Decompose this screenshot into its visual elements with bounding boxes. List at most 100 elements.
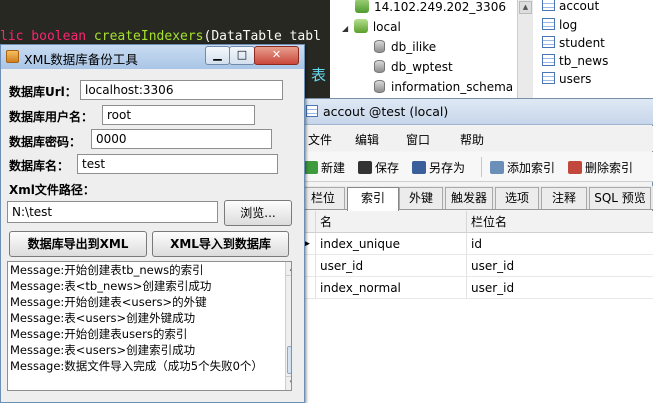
import-xml-button[interactable]: XML导入到数据库	[152, 231, 289, 257]
database-icon	[374, 60, 385, 73]
table-design-window: accout @test (local) 文件 编辑 窗口 帮助 新建 保存 另…	[297, 98, 653, 403]
tab-bar: 栏位 索引 外键 触发器 选项 注释 SQL 预览	[298, 186, 653, 211]
tab-indexes[interactable]: 索引	[347, 187, 399, 211]
minimize-icon: ▁	[213, 48, 222, 61]
code-line-2: 表	[311, 66, 327, 84]
tree-item-database[interactable]: db_wptest	[374, 58, 453, 77]
url-input[interactable]: localhost:3306	[80, 80, 283, 100]
log-line: Message:表<users>创建外键成功	[10, 311, 196, 325]
column-header-field[interactable]: 栏位名	[467, 211, 653, 233]
table-item[interactable]: tb_news	[542, 52, 608, 71]
tab-foreign-keys[interactable]: 外键	[399, 187, 443, 209]
table-row-field[interactable]: user_id	[467, 277, 653, 299]
xml-path-label: Xml文件路径：	[9, 183, 95, 197]
tree-item-label: db_wptest	[391, 60, 453, 74]
java-app-icon	[6, 50, 19, 63]
new-label: 新建	[321, 161, 346, 175]
password-input[interactable]: 0000	[91, 129, 272, 149]
save-button[interactable]: 保存	[358, 159, 399, 176]
log-line: Message:数据文件导入完成（成功5个失败0个）	[10, 359, 263, 373]
table-row-name[interactable]: index_unique	[316, 233, 467, 255]
table-icon	[542, 72, 555, 84]
expand-arrow-icon[interactable]: ◢	[342, 19, 350, 38]
browse-button[interactable]: 浏览...	[224, 200, 292, 226]
column-header-name[interactable]: 名	[316, 211, 467, 233]
user-label: 数据库用户名：	[9, 110, 94, 124]
database-name-input[interactable]: test	[77, 154, 278, 174]
menu-window[interactable]: 窗口	[406, 131, 430, 148]
menu-bar: 文件 编辑 窗口 帮助	[298, 126, 653, 151]
table-row-field[interactable]: id	[467, 233, 653, 255]
tab-fields[interactable]: 栏位	[301, 187, 345, 209]
table-icon	[542, 18, 555, 30]
maximize-icon: □	[236, 48, 248, 61]
table-list: accout log student tb_news users	[533, 0, 653, 100]
toolbar-separator	[481, 157, 482, 177]
password-label: 数据库密码：	[9, 135, 82, 149]
scroll-thumb[interactable]	[287, 346, 291, 374]
tree-item-server[interactable]: 14.102.249.202_3306	[355, 0, 506, 17]
scroll-up-icon[interactable]: ▲	[519, 1, 532, 14]
tree-item-label: 14.102.249.202_3306	[374, 0, 506, 14]
tree-item-database[interactable]: information_schema	[374, 78, 513, 97]
table-item-label: tb_news	[559, 54, 609, 68]
delete-index-button[interactable]: 删除索引	[568, 159, 633, 176]
table-item[interactable]: student	[542, 34, 605, 53]
table-icon	[542, 36, 555, 48]
table-row-name[interactable]: user_id	[316, 255, 467, 277]
add-index-icon	[490, 161, 504, 174]
database-icon	[374, 40, 385, 53]
tab-triggers[interactable]: 触发器	[445, 187, 493, 209]
table-row-field[interactable]: user_id	[467, 255, 653, 277]
window-title: accout @test (local)	[323, 104, 449, 119]
add-index-label: 添加索引	[507, 161, 556, 175]
menu-file[interactable]: 文件	[308, 131, 332, 148]
tree-item-local[interactable]: ◢ local	[342, 18, 401, 37]
log-line: Message:表<tb_news>创建索引成功	[10, 279, 212, 293]
table-item-label: accout	[559, 0, 600, 13]
xml-backup-tool-window: XML数据库备份工具 ▁ □ ✕ 数据库Url： localhost:3306 …	[0, 44, 305, 403]
code-function-name: createIndexers	[93, 29, 204, 44]
window-titlebar[interactable]: accout @test (local)	[298, 99, 653, 125]
maximize-button[interactable]: □	[229, 46, 255, 65]
log-line: Message:开始创建表tb_news的索引	[10, 263, 204, 277]
save-label: 保存	[375, 161, 400, 175]
save-icon	[358, 161, 372, 174]
table-item[interactable]: accout	[542, 0, 599, 16]
tab-comment[interactable]: 注释	[541, 187, 587, 209]
table-item[interactable]: log	[542, 16, 577, 35]
tree-scrollbar[interactable]: ▲	[517, 0, 533, 100]
add-index-button[interactable]: 添加索引	[490, 159, 555, 176]
toolbar: 新建 保存 另存为 添加索引 删除索引	[298, 152, 653, 182]
tree-item-database[interactable]: db_ilike	[374, 38, 436, 57]
menu-edit[interactable]: 编辑	[355, 131, 379, 148]
user-input[interactable]: root	[102, 105, 255, 125]
connection-icon	[355, 0, 369, 13]
code-keyword: lic boolean	[0, 29, 94, 44]
menu-help[interactable]: 帮助	[460, 131, 484, 148]
log-scrollbar[interactable]: ▲ ▼	[285, 262, 291, 390]
delete-index-icon	[568, 161, 582, 174]
connection-tree: 14.102.249.202_3306 ◢ local db_ilike db_…	[330, 0, 533, 100]
close-button[interactable]: ✕	[254, 46, 299, 65]
close-icon: ✕	[271, 48, 282, 61]
table-icon	[306, 105, 318, 117]
window-title: XML数据库备份工具	[24, 52, 138, 67]
scroll-up-icon[interactable]: ▲	[286, 262, 291, 276]
table-icon	[542, 0, 555, 11]
export-to-xml-button[interactable]: 数据库导出到XML	[9, 231, 147, 257]
new-button[interactable]: 新建	[304, 159, 345, 176]
database-icon	[374, 80, 385, 93]
window-titlebar[interactable]: XML数据库备份工具 ▁ □ ✕	[1, 45, 304, 69]
save-as-button[interactable]: 另存为	[412, 159, 465, 176]
table-item[interactable]: users	[542, 70, 591, 89]
table-item-label: users	[559, 72, 592, 86]
table-row-name[interactable]: index_normal	[316, 277, 467, 299]
xml-path-input[interactable]: N:\test	[7, 201, 218, 223]
tab-options[interactable]: 选项	[495, 187, 539, 209]
tab-sql-preview[interactable]: SQL 预览	[589, 187, 651, 209]
scroll-down-icon[interactable]: ▼	[286, 376, 291, 390]
new-icon	[304, 161, 318, 174]
message-log[interactable]: Message:开始创建表tb_news的索引 Message:表<tb_new…	[7, 261, 292, 391]
minimize-button[interactable]: ▁	[205, 46, 230, 65]
